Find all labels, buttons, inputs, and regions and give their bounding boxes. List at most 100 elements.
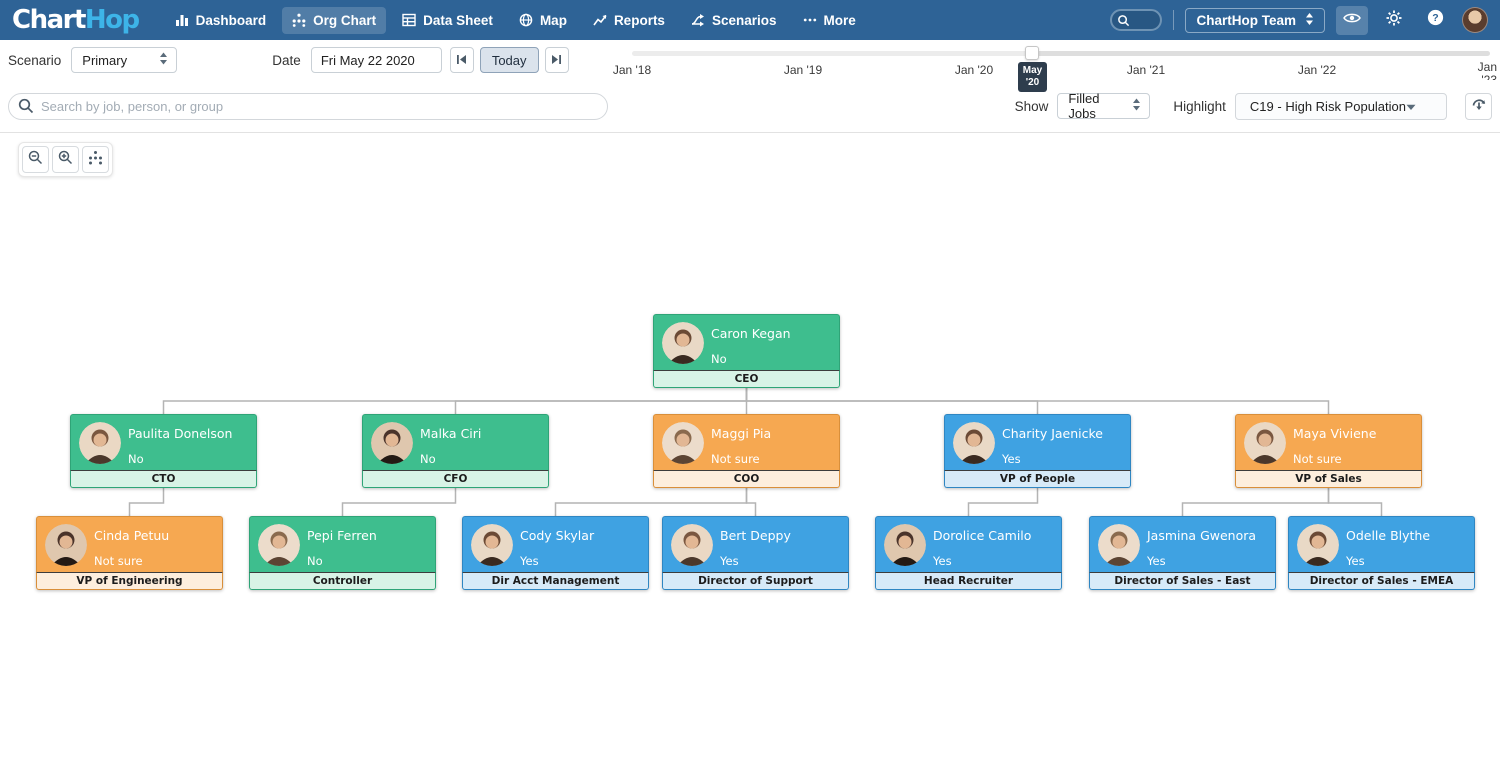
app-logo[interactable]: ChartHop: [12, 0, 139, 40]
person-name: Pepi Ferren: [307, 528, 377, 543]
job-title: Director of Sales - East: [1089, 572, 1276, 590]
highlight-value: Yes: [520, 554, 539, 568]
nav-item-org-chart[interactable]: Org Chart: [282, 7, 386, 34]
team-selector-label: ChartHop Team: [1196, 13, 1296, 28]
org-search: [8, 93, 608, 120]
job-title: Controller: [249, 572, 436, 590]
view-options-button[interactable]: [1336, 6, 1368, 35]
show-label: Show: [1015, 99, 1049, 114]
org-card-caron-kegan[interactable]: Caron KeganNoCEO: [653, 314, 840, 388]
settings-button[interactable]: [1379, 5, 1409, 36]
show-select-value: Filled Jobs: [1068, 91, 1123, 121]
org-card-dorolice-camilo[interactable]: Dorolice CamiloYesHead Recruiter: [875, 516, 1062, 590]
date-input[interactable]: [311, 47, 442, 73]
team-selector[interactable]: ChartHop Team: [1185, 8, 1325, 33]
bar-chart-icon: [175, 13, 189, 27]
highlight-label: Highlight: [1173, 99, 1226, 114]
user-avatar[interactable]: [1462, 7, 1488, 33]
org-card-maggi-pia[interactable]: Maggi Pia Not sure COO: [653, 414, 840, 488]
zoom-out-button[interactable]: [22, 146, 49, 173]
sync-highlight-button[interactable]: [1465, 93, 1492, 120]
highlight-value: Not sure: [711, 452, 760, 466]
org-search-input[interactable]: [8, 93, 608, 120]
timeline-handle[interactable]: [1025, 46, 1039, 60]
fit-org-icon: [88, 150, 103, 170]
timeline-track[interactable]: [632, 51, 1032, 56]
org-card-cinda-petuu[interactable]: Cinda PetuuNot sureVP of Engineering: [36, 516, 223, 590]
top-navbar: ChartHop DashboardOrg Chart Data Sheet Map…: [0, 0, 1500, 40]
highlight-value: Yes: [1346, 554, 1365, 568]
avatar: [45, 524, 87, 566]
org-card-paulita-donelson[interactable]: Paulita DonelsonNoCTO: [70, 414, 257, 488]
highlight-select[interactable]: C19 - High Risk Population: [1235, 93, 1447, 120]
nav-item-more[interactable]: More: [793, 7, 866, 34]
org-chart-canvas[interactable]: Caron KeganNoCEO Paulita DonelsonNoCTO Mal…: [0, 133, 1500, 776]
timeline-tooltip: May '20: [1018, 62, 1047, 92]
org-card-jasmina-gwenora[interactable]: Jasmina Gwenora Yes Director of Sales - Ea…: [1089, 516, 1276, 590]
today-button[interactable]: Today: [480, 47, 539, 73]
avatar: [371, 422, 413, 464]
avatar: [79, 422, 121, 464]
globe-icon: [519, 13, 533, 27]
job-title: Director of Sales - EMEA: [1288, 572, 1475, 590]
zoom-in-icon: [58, 150, 73, 170]
help-icon: ?: [1427, 9, 1444, 31]
search-icon: [18, 98, 34, 119]
person-name: Maya Viviene: [1293, 426, 1376, 441]
job-title: CEO: [653, 370, 840, 388]
org-card-malka-ciri[interactable]: Malka CiriNoCFO: [362, 414, 549, 488]
nav-item-label: More: [824, 13, 856, 28]
skip-back-icon: [456, 53, 467, 68]
timeline-track-right[interactable]: [1032, 51, 1490, 56]
org-card-maya-viviene[interactable]: Maya VivieneNot sureVP of Sales: [1235, 414, 1422, 488]
date-skip-back-button[interactable]: [450, 47, 474, 73]
org-card-charity-jaenicke[interactable]: Charity JaenickeYesVP of People: [944, 414, 1131, 488]
report-chart-icon: [593, 13, 607, 27]
updown-caret-icon: [1305, 13, 1314, 28]
job-title: COO: [653, 470, 840, 488]
person-name: Paulita Donelson: [128, 426, 232, 441]
eye-icon: [1343, 11, 1361, 30]
nav-item-scenarios[interactable]: Scenarios: [681, 7, 787, 34]
org-card-cody-skylar[interactable]: Cody SkylarYesDir Acct Management: [462, 516, 649, 590]
scenario-toolbar: Scenario Primary Date Today May '20 Jan …: [0, 40, 1500, 80]
nav-item-data-sheet[interactable]: Data Sheet: [392, 7, 503, 34]
scenario-select[interactable]: Primary: [71, 47, 177, 73]
org-card-bert-deppy[interactable]: Bert DeppyYesDirector of Support: [662, 516, 849, 590]
org-card-pepi-ferren[interactable]: Pepi FerrenNoController: [249, 516, 436, 590]
scenario-select-value: Primary: [82, 53, 127, 68]
timeline-tick-label: Jan '19: [784, 63, 822, 77]
nav-item-map[interactable]: Map: [509, 7, 577, 34]
gear-icon: [1386, 10, 1402, 31]
highlight-value: Yes: [1147, 554, 1166, 568]
fit-org-button[interactable]: [82, 146, 109, 173]
avatar: [258, 524, 300, 566]
job-title: VP of Sales: [1235, 470, 1422, 488]
svg-text:?: ?: [1432, 12, 1438, 24]
person-name: Jasmina Gwenora: [1147, 528, 1256, 543]
nav-item-label: Scenarios: [712, 13, 777, 28]
nav-item-label: Data Sheet: [423, 13, 493, 28]
job-title: Head Recruiter: [875, 572, 1062, 590]
nav-item-label: Reports: [614, 13, 665, 28]
avatar: [1297, 524, 1339, 566]
show-select[interactable]: Filled Jobs: [1057, 93, 1150, 119]
navbar-search-input[interactable]: [1110, 9, 1162, 31]
avatar: [471, 524, 513, 566]
main-nav: DashboardOrg Chart Data Sheet Map Reports Sc…: [165, 7, 866, 34]
job-title: Director of Support: [662, 572, 849, 590]
org-card-odelle-blythe[interactable]: Odelle BlytheYesDirector of Sales - EMEA: [1288, 516, 1475, 590]
person-name: Cinda Petuu: [94, 528, 169, 543]
nav-item-reports[interactable]: Reports: [583, 7, 675, 34]
zoom-in-button[interactable]: [52, 146, 79, 173]
nav-item-dashboard[interactable]: Dashboard: [165, 7, 277, 34]
divider: [1173, 10, 1174, 30]
date-skip-forward-button[interactable]: [545, 47, 569, 73]
avatar: [1244, 422, 1286, 464]
help-button[interactable]: ?: [1420, 4, 1451, 36]
person-name: Maggi Pia: [711, 426, 771, 441]
highlight-value: No: [420, 452, 436, 466]
avatar: [953, 422, 995, 464]
job-title: VP of Engineering: [36, 572, 223, 590]
skip-forward-icon: [551, 53, 562, 68]
